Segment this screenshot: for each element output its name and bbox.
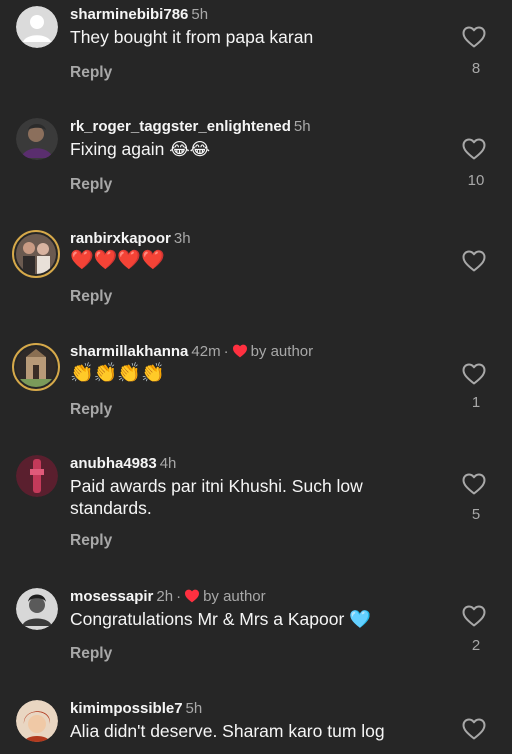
like-count: 5 — [471, 506, 481, 523]
timestamp: 42m — [191, 343, 221, 360]
user-photo-icon — [16, 118, 58, 160]
reply-button[interactable]: Reply — [70, 288, 112, 306]
heart-outline-icon — [462, 138, 486, 160]
username[interactable]: sharminebibi786 — [70, 6, 188, 23]
heart-outline-icon — [462, 26, 486, 48]
like-button[interactable] — [462, 138, 490, 164]
comment-text: Congratulations Mr & Mrs a Kapoor 🩵 — [70, 609, 371, 629]
reply-button[interactable]: Reply — [70, 645, 112, 663]
avatar[interactable] — [12, 343, 60, 391]
user-photo-icon — [16, 588, 58, 630]
username[interactable]: sharmillakhanna — [70, 343, 188, 360]
avatar[interactable] — [16, 700, 58, 742]
timestamp: 4h — [159, 455, 177, 472]
story-ring — [16, 347, 56, 387]
user-photo-icon — [16, 347, 56, 387]
user-photo-icon — [16, 455, 58, 497]
comment-meta: kimimpossible7 5h — [70, 700, 202, 718]
separator: · — [176, 588, 182, 605]
avatar[interactable] — [16, 118, 58, 160]
comment-meta: sharminebibi786 5h — [70, 6, 208, 24]
user-photo-icon — [16, 700, 58, 742]
user-photo-icon — [16, 234, 56, 274]
heart-filled-icon — [232, 344, 248, 363]
like-button[interactable] — [462, 718, 490, 744]
avatar[interactable] — [12, 230, 60, 278]
heart-outline-icon — [462, 605, 486, 627]
author-like-label: by author — [203, 588, 266, 605]
like-button[interactable] — [462, 250, 490, 276]
timestamp: 3h — [173, 230, 191, 247]
comment-meta: sharmillakhanna 42m · by author — [70, 343, 313, 363]
comment-text: ❤️❤️❤️❤️ — [70, 250, 165, 271]
heart-outline-icon — [462, 250, 486, 272]
reply-button[interactable]: Reply — [70, 532, 112, 550]
like-count: 10 — [467, 172, 485, 189]
username[interactable]: ranbirxkapoor — [70, 230, 171, 247]
timestamp: 5h — [191, 6, 209, 23]
username[interactable]: rk_roger_taggster_enlightened — [70, 118, 291, 135]
like-button[interactable] — [462, 363, 490, 389]
like-count: 2 — [471, 637, 481, 654]
like-count: 1 — [471, 394, 481, 411]
separator: · — [223, 343, 229, 360]
username[interactable]: mosessapir — [70, 588, 153, 605]
avatar[interactable] — [16, 6, 58, 48]
username[interactable]: anubha4983 — [70, 455, 157, 472]
heart-filled-icon — [184, 589, 200, 608]
comment-text: Paid awards par itni Khushi. Such low st… — [70, 476, 363, 518]
default-avatar-icon — [16, 6, 58, 48]
reply-button[interactable]: Reply — [70, 64, 112, 82]
author-like-label: by author — [250, 343, 314, 360]
like-button[interactable] — [462, 605, 490, 631]
like-count: 8 — [471, 60, 481, 77]
heart-outline-icon — [462, 363, 486, 385]
heart-outline-icon — [462, 718, 486, 740]
avatar[interactable] — [16, 588, 58, 630]
comment-text: They bought it from papa karan — [70, 27, 314, 47]
heart-outline-icon — [462, 473, 486, 495]
comment-meta: mosessapir 2h · by author — [70, 588, 266, 608]
like-button[interactable] — [462, 473, 490, 499]
reply-button[interactable]: Reply — [70, 401, 112, 419]
comment-text: 👏👏👏👏 — [70, 363, 165, 384]
timestamp: 2h — [156, 588, 174, 605]
timestamp: 5h — [185, 700, 203, 717]
comment-meta: rk_roger_taggster_enlightened 5h — [70, 118, 311, 136]
like-button[interactable] — [462, 26, 490, 52]
comment-meta: anubha4983 4h — [70, 455, 176, 473]
comment-text: Fixing again 😂😂 — [70, 139, 211, 159]
reply-button[interactable]: Reply — [70, 176, 112, 194]
story-ring — [16, 234, 56, 274]
comment-meta: ranbirxkapoor 3h — [70, 230, 191, 248]
username[interactable]: kimimpossible7 — [70, 700, 183, 717]
comment-text: Alia didn't deserve. Sharam karo tum log — [70, 721, 385, 741]
timestamp: 5h — [293, 118, 311, 135]
avatar[interactable] — [16, 455, 58, 497]
